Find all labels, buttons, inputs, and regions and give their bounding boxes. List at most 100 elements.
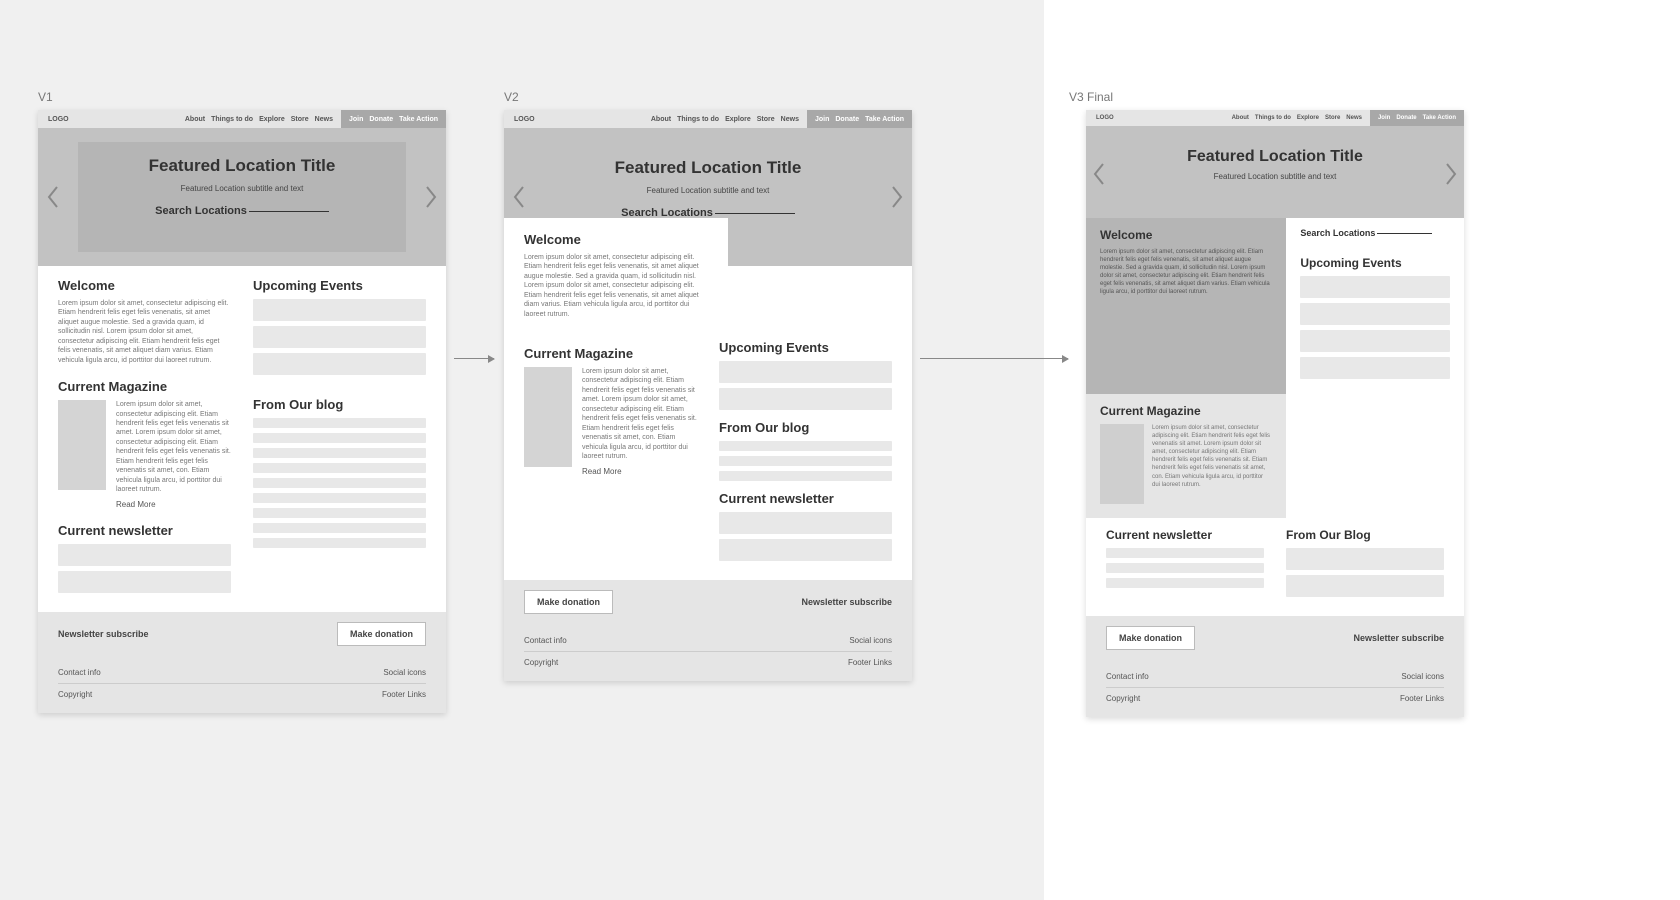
heading-welcome: Welcome — [58, 278, 231, 293]
hero-subtitle: Featured Location subtitle and text — [1086, 172, 1464, 181]
hero-search[interactable]: Search Locations — [1300, 228, 1450, 238]
newsletter-placeholder — [719, 512, 892, 561]
donate-button[interactable]: Make donation — [1106, 626, 1195, 650]
newsletter-placeholder — [1106, 548, 1264, 588]
heading-magazine: Current Magazine — [524, 346, 697, 361]
cta-bar: Make donation Newsletter subscribe — [1086, 616, 1464, 660]
heading-newsletter: Current newsletter — [1106, 528, 1264, 542]
subscribe-label[interactable]: Newsletter subscribe — [1353, 633, 1444, 643]
hero-search[interactable]: Search Locations — [78, 205, 406, 217]
hero-subtitle: Featured Location subtitle and text — [504, 186, 912, 195]
donate-button[interactable]: Make donation — [337, 622, 426, 646]
nav-item[interactable]: Explore — [1297, 115, 1319, 121]
topbar: LOGO About Things to do Explore Store Ne… — [1086, 110, 1464, 126]
nav-primary[interactable]: About Things to do Explore Store News — [1232, 115, 1370, 121]
nav-item[interactable]: News — [315, 116, 333, 123]
frame-v2: LOGO About Things to do Explore Store Ne… — [504, 110, 912, 681]
magazine-image-placeholder — [524, 367, 572, 467]
hero-subtitle: Featured Location subtitle and text — [78, 184, 406, 193]
footer: Contact infoSocial icons CopyrightFooter… — [38, 656, 446, 713]
footer-social[interactable]: Social icons — [1401, 672, 1444, 681]
nav-item[interactable]: Explore — [725, 116, 751, 123]
carousel-prev-icon[interactable] — [44, 183, 62, 211]
footer-links[interactable]: Footer Links — [382, 690, 426, 699]
heading-events: Upcoming Events — [253, 278, 426, 293]
carousel-prev-icon[interactable] — [510, 183, 528, 211]
cta-take-action[interactable]: Take Action — [865, 116, 904, 123]
cta-join[interactable]: Join — [1378, 115, 1390, 121]
cta-take-action[interactable]: Take Action — [399, 116, 438, 123]
welcome-body: Lorem ipsum dolor sit amet, consectetur … — [1100, 248, 1272, 297]
footer-contact[interactable]: Contact info — [524, 636, 567, 645]
blog-placeholder — [1286, 548, 1444, 597]
nav-cta[interactable]: Join Donate Take Action — [807, 110, 912, 128]
nav-item[interactable]: Things to do — [211, 116, 253, 123]
search-label: Search Locations — [1300, 228, 1375, 238]
carousel-prev-icon[interactable] — [1090, 160, 1108, 188]
heading-blog: From Our blog — [719, 420, 892, 435]
logo[interactable]: LOGO — [38, 116, 79, 123]
nav-item[interactable]: Things to do — [1255, 115, 1291, 121]
magazine-image-placeholder — [58, 400, 106, 490]
nav-item[interactable]: News — [781, 116, 799, 123]
heading-welcome: Welcome — [1100, 228, 1272, 242]
cta-donate[interactable]: Donate — [835, 116, 859, 123]
nav-item[interactable]: Store — [1325, 115, 1340, 121]
subscribe-label[interactable]: Newsletter subscribe — [58, 629, 149, 639]
cta-donate[interactable]: Donate — [369, 116, 393, 123]
footer-social[interactable]: Social icons — [849, 636, 892, 645]
nav-item[interactable]: About — [1232, 115, 1249, 121]
cta-join[interactable]: Join — [349, 116, 363, 123]
nav-item[interactable]: About — [185, 116, 205, 123]
read-more-link[interactable]: Read More — [582, 467, 697, 476]
heading-welcome: Welcome — [524, 232, 710, 247]
carousel-next-icon[interactable] — [888, 183, 906, 211]
cta-join[interactable]: Join — [815, 116, 829, 123]
heading-blog: From Our blog — [253, 397, 426, 412]
welcome-body: Lorem ipsum dolor sit amet, consectetur … — [524, 253, 710, 319]
nav-item[interactable]: News — [1346, 115, 1362, 121]
label-v3: V3 Final — [1069, 90, 1113, 104]
nav-primary[interactable]: About Things to do Explore Store News — [651, 116, 807, 123]
nav-item[interactable]: Explore — [259, 116, 285, 123]
label-v2: V2 — [504, 90, 519, 104]
footer-links[interactable]: Footer Links — [1400, 694, 1444, 703]
nav-cta[interactable]: Join Donate Take Action — [341, 110, 446, 128]
heading-events: Upcoming Events — [719, 340, 892, 355]
heading-events: Upcoming Events — [1300, 256, 1450, 270]
nav-primary[interactable]: About Things to do Explore Store News — [185, 116, 341, 123]
heading-magazine: Current Magazine — [1100, 404, 1272, 418]
label-v1: V1 — [38, 90, 53, 104]
hero-title: Featured Location Title — [78, 156, 406, 176]
nav-item[interactable]: Store — [757, 116, 775, 123]
frame-v3: LOGO About Things to do Explore Store Ne… — [1086, 110, 1464, 717]
magazine-panel: Current Magazine Lorem ipsum dolor sit a… — [1086, 394, 1286, 518]
nav-item[interactable]: Store — [291, 116, 309, 123]
cta-bar: Make donation Newsletter subscribe — [504, 580, 912, 624]
donate-button[interactable]: Make donation — [524, 590, 613, 614]
read-more-link[interactable]: Read More — [116, 500, 231, 509]
logo[interactable]: LOGO — [1086, 115, 1124, 121]
cta-donate[interactable]: Donate — [1396, 115, 1416, 121]
logo[interactable]: LOGO — [504, 116, 545, 123]
footer-links[interactable]: Footer Links — [848, 658, 892, 667]
footer-contact[interactable]: Contact info — [1106, 672, 1149, 681]
frame-v1: LOGO About Things to do Explore Store Ne… — [38, 110, 446, 713]
blog-placeholder — [719, 441, 892, 481]
footer-copyright: Copyright — [1106, 694, 1140, 703]
welcome-panel: Welcome Lorem ipsum dolor sit amet, cons… — [1086, 218, 1286, 394]
nav-cta[interactable]: Join Donate Take Action — [1370, 110, 1464, 126]
topbar: LOGO About Things to do Explore Store Ne… — [504, 110, 912, 128]
carousel-next-icon[interactable] — [1442, 160, 1460, 188]
footer-contact[interactable]: Contact info — [58, 668, 101, 677]
carousel-next-icon[interactable] — [422, 183, 440, 211]
magazine-body: Lorem ipsum dolor sit amet, consectetur … — [1152, 424, 1272, 489]
subscribe-label[interactable]: Newsletter subscribe — [801, 597, 892, 607]
nav-item[interactable]: About — [651, 116, 671, 123]
blog-placeholder — [253, 418, 426, 548]
nav-item[interactable]: Things to do — [677, 116, 719, 123]
footer-social[interactable]: Social icons — [383, 668, 426, 677]
cta-take-action[interactable]: Take Action — [1423, 115, 1456, 121]
flow-arrow-icon — [920, 358, 1068, 359]
welcome-body: Lorem ipsum dolor sit amet, consectetur … — [58, 299, 231, 365]
